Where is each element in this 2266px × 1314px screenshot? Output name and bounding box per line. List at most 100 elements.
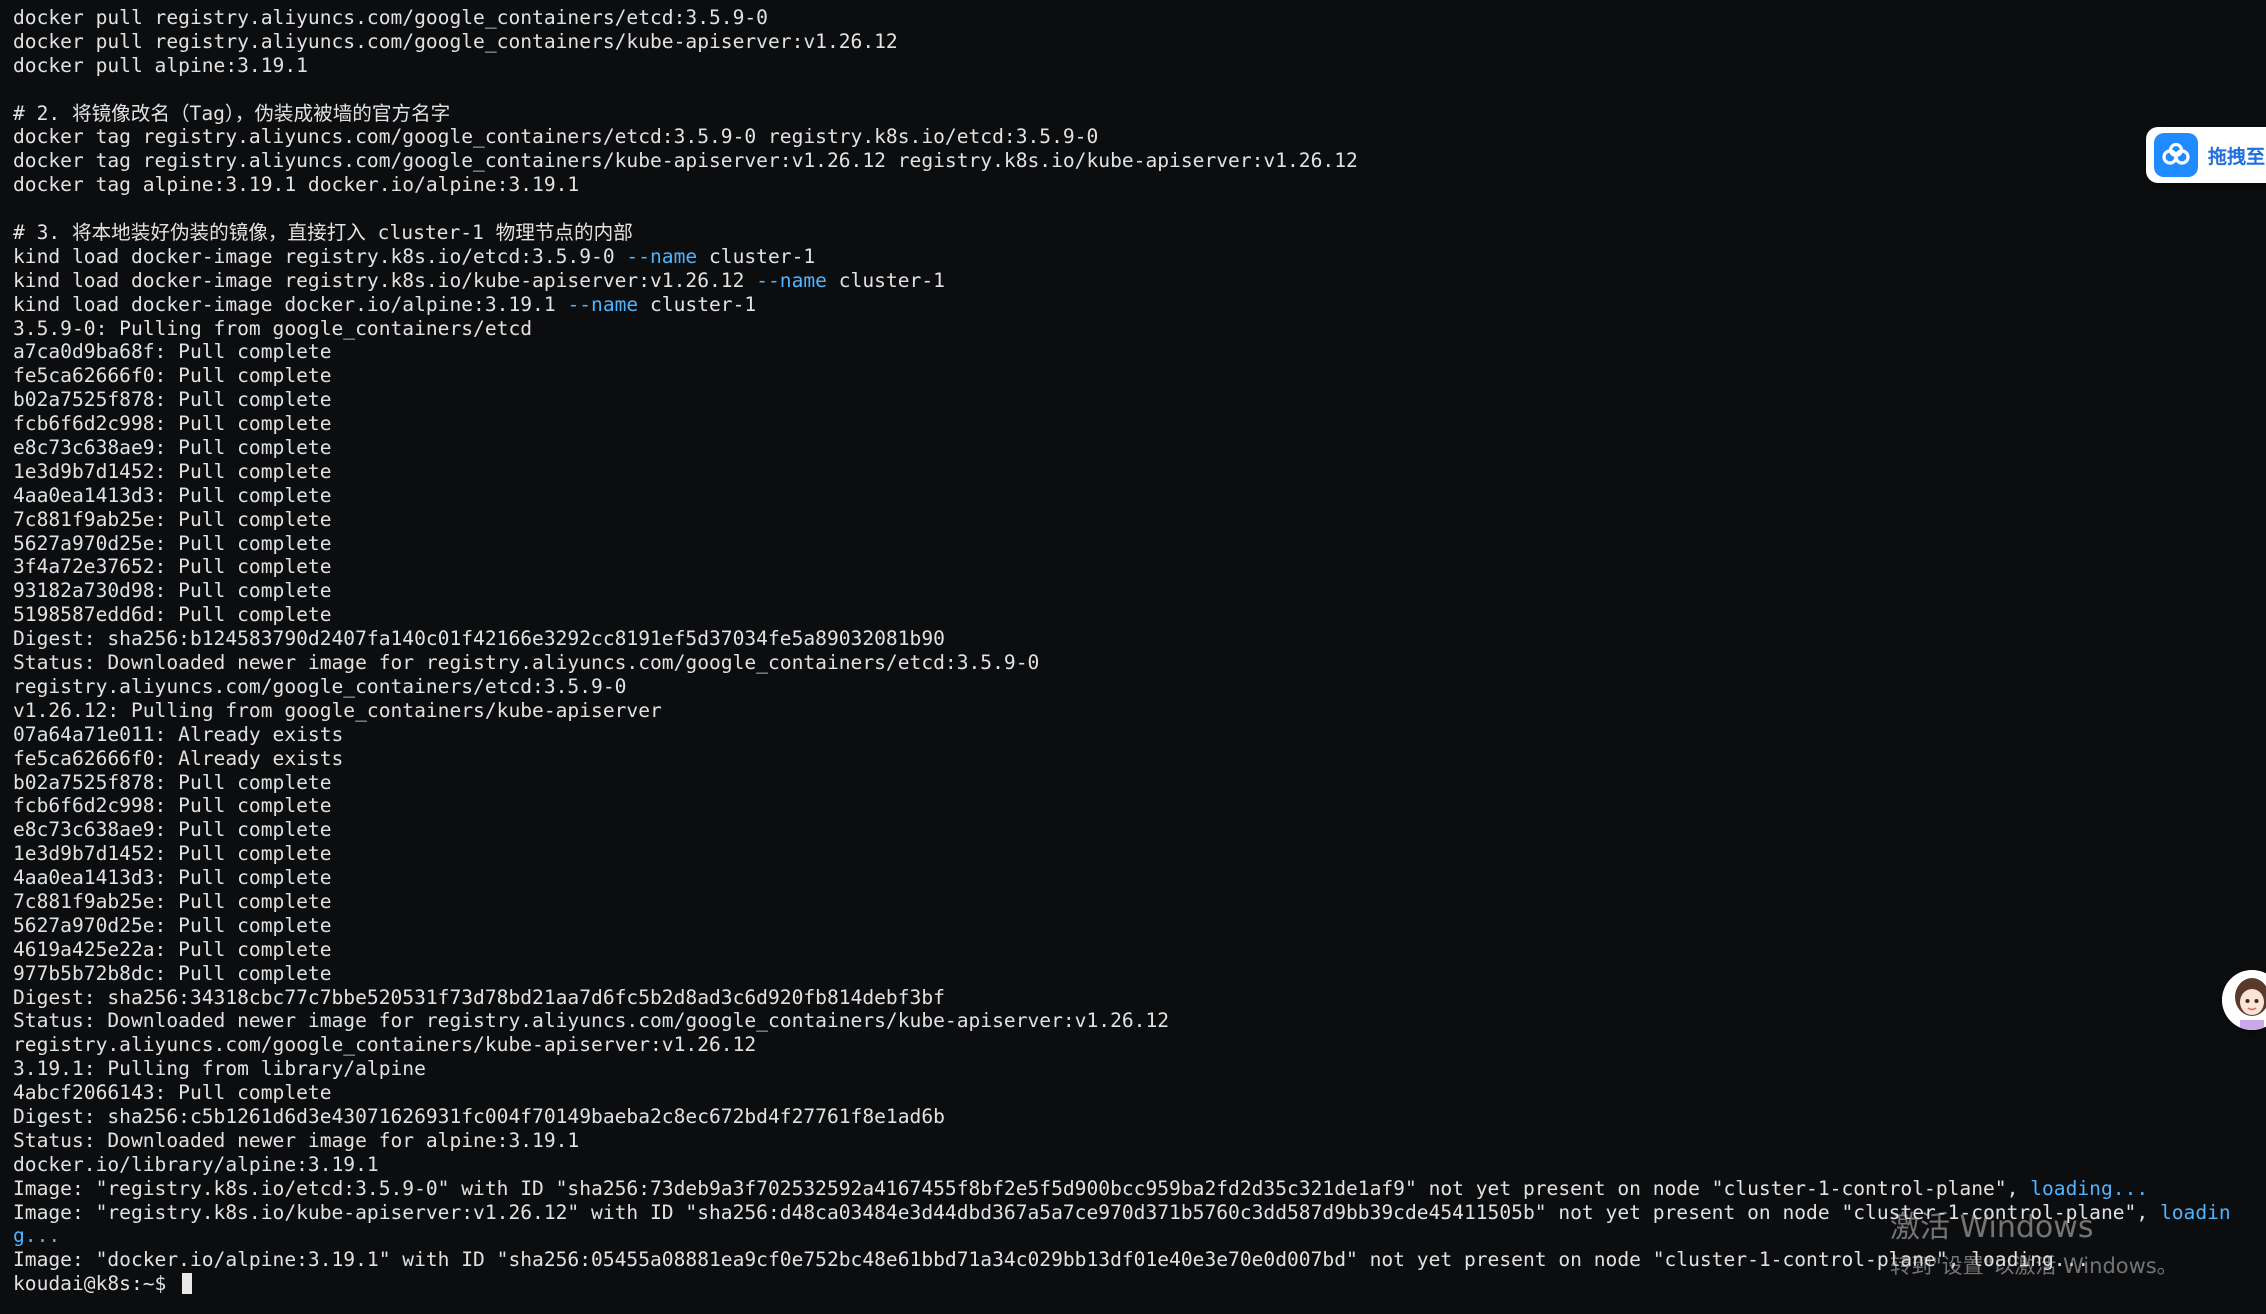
drag-upload-widget[interactable]: 拖拽至 <box>2146 127 2266 183</box>
widget-label: 拖拽至 <box>2208 145 2266 168</box>
terminal-line: kind load docker-image registry.k8s.io/e… <box>13 245 2266 269</box>
terminal-text: 5627a970d25e: Pull complete <box>13 531 332 555</box>
terminal-line: 3f4a72e37652: Pull complete <box>13 555 2266 579</box>
terminal-line: docker tag registry.aliyuncs.com/google_… <box>13 149 2266 173</box>
terminal-line: docker tag registry.aliyuncs.com/google_… <box>13 125 2266 149</box>
terminal-text: Digest: sha256:c5b1261d6d3e43071626931fc… <box>13 1104 945 1128</box>
terminal-line: docker pull registry.aliyuncs.com/google… <box>13 6 2266 30</box>
terminal-line: 1e3d9b7d1452: Pull complete <box>13 460 2266 484</box>
terminal-line: Digest: sha256:b124583790d2407fa140c01f4… <box>13 627 2266 651</box>
loading-status: loading... <box>2030 1176 2149 1200</box>
terminal-line: Image: "docker.io/alpine:3.19.1" with ID… <box>13 1248 2266 1272</box>
cli-option: --name <box>567 292 639 316</box>
terminal-line: b02a7525f878: Pull complete <box>13 388 2266 412</box>
terminal-text: kind load docker-image docker.io/alpine:… <box>13 292 568 316</box>
terminal-text: 4619a425e22a: Pull complete <box>13 937 332 961</box>
terminal-text: registry.aliyuncs.com/google_containers/… <box>13 1033 757 1057</box>
terminal-line: 5627a970d25e: Pull complete <box>13 532 2266 556</box>
terminal-text: registry.aliyuncs.com/google_containers/… <box>13 674 627 698</box>
prompt-line[interactable]: koudai@k8s:~$ <box>13 1272 2266 1296</box>
terminal-line: 4aa0ea1413d3: Pull complete <box>13 866 2266 890</box>
terminal-window[interactable]: docker pull registry.aliyuncs.com/google… <box>0 0 2266 1314</box>
terminal-text: # 3. 将本地装好伪装的镜像，直接打入 cluster-1 物理节点的内部 <box>13 221 633 245</box>
terminal-text: docker pull registry.aliyuncs.com/google… <box>13 29 898 53</box>
terminal-text: fe5ca62666f0: Already exists <box>13 746 344 770</box>
terminal-text: # 2. 将镜像改名（Tag），伪装成被墙的官方名字 <box>13 101 451 125</box>
terminal-output: docker pull registry.aliyuncs.com/google… <box>13 6 2266 1296</box>
terminal-line: docker tag alpine:3.19.1 docker.io/alpin… <box>13 173 2266 197</box>
terminal-text: docker tag alpine:3.19.1 docker.io/alpin… <box>13 173 580 197</box>
terminal-text: 3f4a72e37652: Pull complete <box>13 555 332 579</box>
terminal-line: 93182a730d98: Pull complete <box>13 579 2266 603</box>
terminal-text: fe5ca62666f0: Pull complete <box>13 364 332 388</box>
terminal-line: fcb6f6d2c998: Pull complete <box>13 794 2266 818</box>
terminal-line: e8c73c638ae9: Pull complete <box>13 818 2266 842</box>
terminal-line: Status: Downloaded newer image for regis… <box>13 1009 2266 1033</box>
terminal-line: 7c881f9ab25e: Pull complete <box>13 890 2266 914</box>
terminal-text: Image: "docker.io/alpine:3.19.1" with ID… <box>13 1248 2090 1272</box>
terminal-text: fcb6f6d2c998: Pull complete <box>13 794 332 818</box>
cloud-drive-icon <box>2154 133 2198 177</box>
terminal-text: docker tag registry.aliyuncs.com/google_… <box>13 125 1099 149</box>
terminal-text: 4abcf2066143: Pull complete <box>13 1081 332 1105</box>
terminal-text: 4aa0ea1413d3: Pull complete <box>13 483 332 507</box>
terminal-line: g... <box>13 1224 2266 1248</box>
terminal-line: fe5ca62666f0: Already exists <box>13 747 2266 771</box>
terminal-line: 4619a425e22a: Pull complete <box>13 938 2266 962</box>
terminal-line: registry.aliyuncs.com/google_containers/… <box>13 675 2266 699</box>
cli-option: --name <box>756 268 827 292</box>
terminal-text: 977b5b72b8dc: Pull complete <box>13 961 332 985</box>
terminal-line: b02a7525f878: Pull complete <box>13 771 2266 795</box>
cli-option: --name <box>626 244 698 268</box>
terminal-line: 977b5b72b8dc: Pull complete <box>13 962 2266 986</box>
terminal-text: b02a7525f878: Pull complete <box>13 770 332 794</box>
terminal-text: 93182a730d98: Pull complete <box>13 579 332 603</box>
terminal-text: Image: "registry.k8s.io/kube-apiserver:v… <box>13 1200 2160 1224</box>
terminal-line: 4aa0ea1413d3: Pull complete <box>13 484 2266 508</box>
terminal-text: docker.io/library/alpine:3.19.1 <box>13 1152 379 1176</box>
terminal-line: 07a64a71e011: Already exists <box>13 723 2266 747</box>
terminal-line: registry.aliyuncs.com/google_containers/… <box>13 1033 2266 1057</box>
text-cursor <box>182 1273 193 1295</box>
terminal-line: 4abcf2066143: Pull complete <box>13 1081 2266 1105</box>
terminal-line: 1e3d9b7d1452: Pull complete <box>13 842 2266 866</box>
terminal-line: 3.5.9-0: Pulling from google_containers/… <box>13 317 2266 341</box>
terminal-text: Digest: sha256:b124583790d2407fa140c01f4… <box>13 627 945 651</box>
terminal-text: kind load docker-image registry.k8s.io/e… <box>13 244 627 268</box>
terminal-line: docker.io/library/alpine:3.19.1 <box>13 1153 2266 1177</box>
terminal-text: Status: Downloaded newer image for regis… <box>13 651 1040 675</box>
terminal-line: docker pull registry.aliyuncs.com/google… <box>13 30 2266 54</box>
terminal-text: docker pull registry.aliyuncs.com/google… <box>13 6 768 29</box>
terminal-text: cluster-1 <box>638 292 757 316</box>
terminal-line: e8c73c638ae9: Pull complete <box>13 436 2266 460</box>
terminal-line: Digest: sha256:34318cbc77c7bbe520531f73d… <box>13 986 2266 1010</box>
terminal-line: Image: "registry.k8s.io/etcd:3.5.9-0" wi… <box>13 1177 2266 1201</box>
terminal-line: # 2. 将镜像改名（Tag），伪装成被墙的官方名字 <box>13 102 2266 126</box>
terminal-text: Image: "registry.k8s.io/etcd:3.5.9-0" wi… <box>13 1176 2031 1200</box>
terminal-text: 5627a970d25e: Pull complete <box>13 913 332 937</box>
terminal-line: Image: "registry.k8s.io/kube-apiserver:v… <box>13 1201 2266 1225</box>
terminal-line: 5198587edd6d: Pull complete <box>13 603 2266 627</box>
terminal-text: 5198587edd6d: Pull complete <box>13 603 332 627</box>
terminal-text: fcb6f6d2c998: Pull complete <box>13 412 332 436</box>
terminal-text: Status: Downloaded newer image for regis… <box>13 1009 1170 1033</box>
terminal-text: 7c881f9ab25e: Pull complete <box>13 507 332 531</box>
terminal-text: e8c73c638ae9: Pull complete <box>13 818 332 842</box>
terminal-text: Digest: sha256:34318cbc77c7bbe520531f73d… <box>13 985 945 1009</box>
terminal-text: kind load docker-image registry.k8s.io/k… <box>13 268 757 292</box>
terminal-text: b02a7525f878: Pull complete <box>13 388 332 412</box>
terminal-text: e8c73c638ae9: Pull complete <box>13 436 332 460</box>
terminal-text: 7c881f9ab25e: Pull complete <box>13 889 332 913</box>
terminal-line: Status: Downloaded newer image for regis… <box>13 651 2266 675</box>
terminal-line: Status: Downloaded newer image for alpin… <box>13 1129 2266 1153</box>
terminal-text: 3.5.9-0: Pulling from google_containers/… <box>13 316 533 340</box>
terminal-text: 3.19.1: Pulling from library/alpine <box>13 1057 426 1081</box>
terminal-text: 4aa0ea1413d3: Pull complete <box>13 866 332 890</box>
terminal-line: kind load docker-image registry.k8s.io/k… <box>13 269 2266 293</box>
loading-status: g... <box>13 1224 61 1248</box>
terminal-text: Status: Downloaded newer image for alpin… <box>13 1128 580 1152</box>
terminal-line: kind load docker-image docker.io/alpine:… <box>13 293 2266 317</box>
terminal-line: 3.19.1: Pulling from library/alpine <box>13 1057 2266 1081</box>
terminal-text: cluster-1 <box>826 268 945 292</box>
terminal-text: 07a64a71e011: Already exists <box>13 722 344 746</box>
